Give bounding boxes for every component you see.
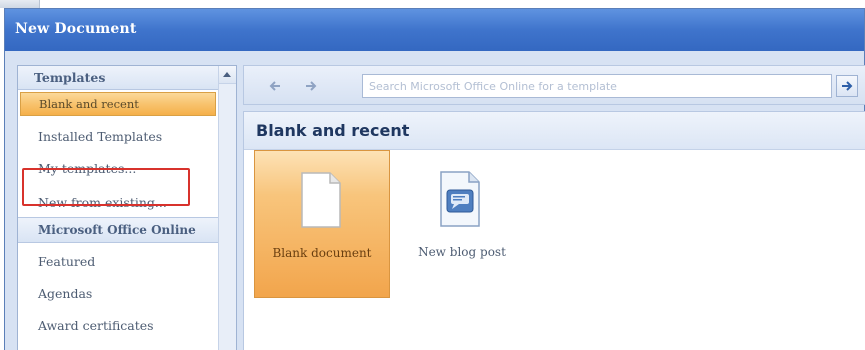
templates-header-label: Templates bbox=[34, 70, 106, 85]
sidebar-scrollbar[interactable] bbox=[218, 66, 236, 350]
sidebar-item-installed-templates[interactable]: Installed Templates bbox=[18, 122, 218, 152]
sidebar-item-label: Agendas bbox=[38, 286, 93, 301]
sidebar-group-microsoft-office-online[interactable]: Microsoft Office Online bbox=[18, 217, 218, 243]
blank-document-icon bbox=[301, 172, 341, 228]
sidebar-item-blank-and-recent[interactable]: Blank and recent bbox=[20, 92, 216, 116]
content-header: Blank and recent bbox=[244, 112, 865, 150]
blog-post-icon bbox=[440, 171, 480, 227]
title-bar: New Document bbox=[5, 9, 864, 51]
dialog-body: Templates Blank and recent Installed Tem… bbox=[5, 51, 865, 350]
top-strip bbox=[0, 0, 865, 8]
window-title: New Document bbox=[15, 21, 137, 37]
sidebar-item-featured[interactable]: Featured bbox=[18, 247, 218, 277]
templates-sidebar: Templates Blank and recent Installed Tem… bbox=[17, 65, 237, 350]
templates-header: Templates bbox=[18, 66, 218, 90]
go-arrow-icon[interactable] bbox=[836, 75, 858, 97]
content-title: Blank and recent bbox=[256, 121, 410, 140]
template-search-input[interactable] bbox=[363, 75, 831, 98]
main-pane: Blank and recent Blank document bbox=[243, 65, 865, 350]
my-templates-highlight-box bbox=[22, 168, 190, 206]
sidebar-item-label: Installed Templates bbox=[38, 129, 163, 144]
navigation-toolbar bbox=[243, 65, 865, 105]
forward-arrow-icon[interactable] bbox=[300, 77, 320, 95]
sidebar-item-label: Featured bbox=[38, 254, 96, 269]
tile-new-blog-post[interactable]: New blog post bbox=[394, 150, 530, 298]
template-search-box[interactable] bbox=[362, 74, 832, 98]
top-corner bbox=[0, 0, 40, 8]
templates-content: Blank and recent Blank document New blog… bbox=[243, 111, 865, 350]
new-document-dialog: New Document Templates Blank and recent … bbox=[4, 8, 865, 350]
sidebar-item-agendas[interactable]: Agendas bbox=[18, 279, 218, 309]
tile-label: New blog post bbox=[418, 245, 506, 259]
tile-label: Blank document bbox=[272, 246, 372, 260]
sidebar-item-label: Blank and recent bbox=[39, 97, 139, 111]
scroll-up-button[interactable] bbox=[219, 66, 236, 84]
sidebar-item-label: Award certificates bbox=[38, 318, 154, 333]
sidebar-item-award-certificates[interactable]: Award certificates bbox=[18, 311, 218, 341]
tile-blank-document[interactable]: Blank document bbox=[254, 150, 390, 298]
back-arrow-icon[interactable] bbox=[266, 77, 286, 95]
sidebar-group-label: Microsoft Office Online bbox=[38, 223, 196, 237]
